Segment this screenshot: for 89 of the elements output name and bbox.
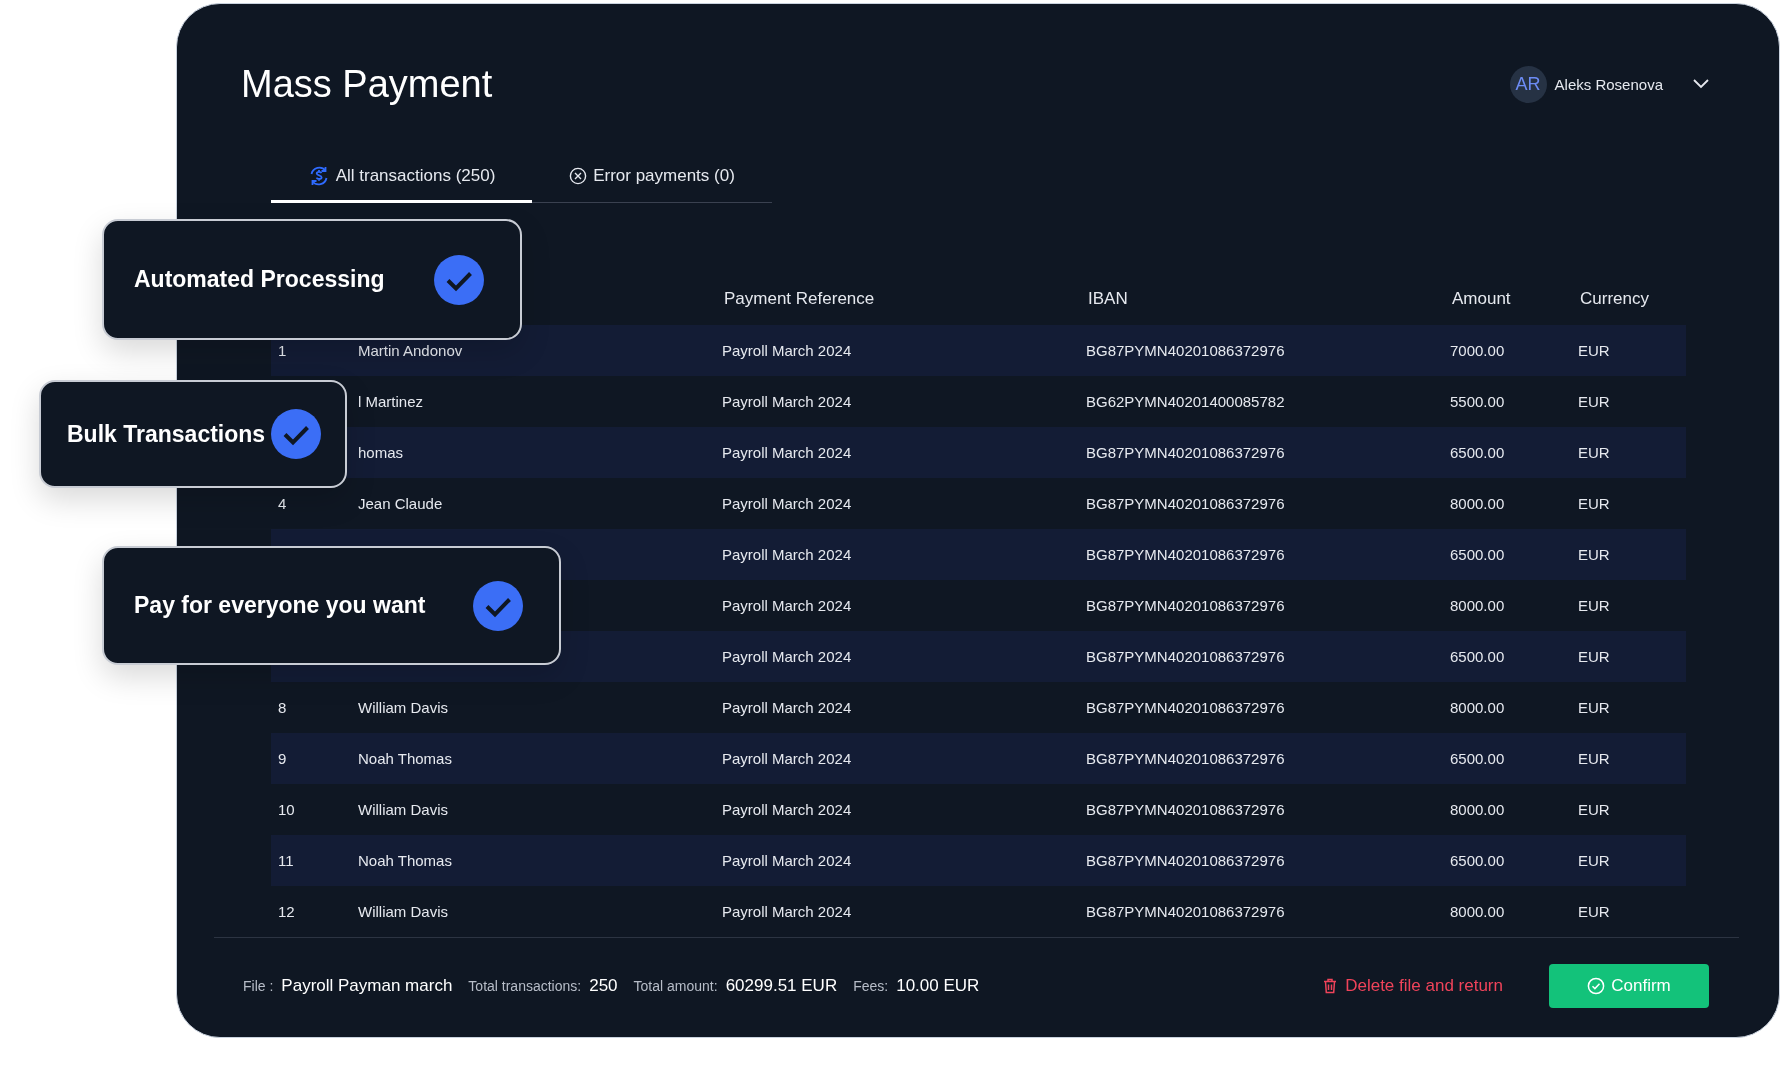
table-cell: Martin Andonov [358, 342, 463, 359]
tab[interactable]: All transactions (250) [271, 151, 532, 203]
table-cell: 6500.00 [1450, 444, 1505, 461]
table-cell: BG62PYMN40201400085782 [1086, 393, 1285, 410]
table-cell: BG87PYMN40201086372976 [1086, 495, 1285, 512]
feature-label: Automated Processing [134, 266, 385, 293]
table-cell: Payroll March 2024 [722, 342, 852, 359]
table-cell: Payroll March 2024 [722, 903, 852, 920]
trash-icon [1323, 978, 1338, 994]
summary-value: Payroll Payman march [281, 976, 453, 996]
table-cell: BG87PYMN40201086372976 [1086, 801, 1285, 818]
table-cell: EUR [1578, 852, 1610, 869]
table-cell: Payroll March 2024 [722, 597, 852, 614]
table-cell: 9 [278, 750, 287, 767]
delete-button[interactable]: Delete file and return [1323, 976, 1503, 996]
table-cell: BG87PYMN40201086372976 [1086, 546, 1285, 563]
table-cell: 8 [278, 699, 287, 716]
table-cell: Payroll March 2024 [722, 495, 852, 512]
summary-value: 60299.51 EUR [725, 976, 838, 996]
table-cell: 1 [278, 342, 287, 359]
table-cell: EUR [1578, 393, 1610, 410]
table-cell: 6500.00 [1450, 546, 1505, 563]
table-cell: EUR [1578, 546, 1610, 563]
check-circle-icon [1587, 977, 1606, 995]
table-cell: homas [358, 444, 404, 461]
table-cell: EUR [1578, 648, 1610, 665]
table-cell: 10 [278, 801, 295, 818]
table-cell: 8000.00 [1450, 903, 1505, 920]
summary-value: 250 [589, 976, 618, 996]
feature-label: Pay for everyone you want [134, 592, 426, 619]
close-circle-icon [569, 166, 588, 185]
table-cell: 8000.00 [1450, 597, 1505, 614]
page-title: Mass Payment [241, 62, 493, 107]
summary-label: Total transactions: [468, 978, 582, 994]
table-cell: EUR [1578, 801, 1610, 818]
table-cell: BG87PYMN40201086372976 [1086, 750, 1285, 767]
table-cell: Payroll March 2024 [722, 648, 852, 665]
chevron-down-icon[interactable] [1693, 79, 1709, 89]
table-cell: EUR [1578, 597, 1610, 614]
table-cell: EUR [1578, 699, 1610, 716]
table-cell: 11 [278, 852, 294, 869]
tab[interactable]: Error payments (0) [532, 151, 772, 203]
table-cell: Payroll March 2024 [722, 852, 852, 869]
table-cell: Noah Thomas [358, 750, 452, 767]
table-cell: BG87PYMN40201086372976 [1086, 852, 1285, 869]
table-cell: EUR [1578, 444, 1610, 461]
table-cell: Payroll March 2024 [722, 699, 852, 716]
table-cell: Payroll March 2024 [722, 546, 852, 563]
table-cell: BG87PYMN40201086372976 [1086, 648, 1285, 665]
user-name: Aleks Rosenova [1554, 75, 1663, 93]
table-cell: EUR [1578, 750, 1610, 767]
table-cell: Payroll March 2024 [722, 444, 852, 461]
table-cell: 6500.00 [1450, 750, 1505, 767]
table-cell: l Martinez [358, 393, 424, 410]
table-cell: Payroll March 2024 [722, 801, 852, 818]
table-cell: William Davis [358, 801, 448, 818]
table-cell: BG87PYMN40201086372976 [1086, 597, 1285, 614]
table-cell: 4 [278, 495, 287, 512]
table-cell: 8000.00 [1450, 495, 1505, 512]
table-cell: 7000.00 [1450, 342, 1505, 359]
table-cell: William Davis [358, 699, 448, 716]
table-cell: BG87PYMN40201086372976 [1086, 444, 1285, 461]
table-cell: 6500.00 [1450, 852, 1505, 869]
table-cell: Payroll March 2024 [722, 750, 852, 767]
table-cell: 12 [278, 903, 295, 920]
table-cell: Noah Thomas [358, 852, 452, 869]
table-cell: EUR [1578, 903, 1610, 920]
column-header: Currency [1579, 289, 1650, 309]
table-cell: 6500.00 [1450, 648, 1505, 665]
summary-label: Fees: [853, 978, 889, 994]
table-cell: BG87PYMN40201086372976 [1086, 903, 1285, 920]
user-avatar[interactable]: AR [1509, 65, 1547, 103]
summary-value: 10.00 EUR [896, 976, 980, 996]
table-cell: 5500.00 [1450, 393, 1505, 410]
column-header: Payment Reference [723, 289, 876, 309]
column-header: Amount [1451, 289, 1512, 309]
table-cell: EUR [1578, 495, 1610, 512]
table-cell: BG87PYMN40201086372976 [1086, 342, 1285, 359]
table-cell: 8000.00 [1450, 699, 1505, 716]
summary-label: Total amount: [633, 978, 718, 994]
column-header: IBAN [1087, 289, 1129, 309]
table-cell: 8000.00 [1450, 801, 1505, 818]
table-cell: BG87PYMN40201086372976 [1086, 699, 1285, 716]
table-cell: Payroll March 2024 [722, 393, 852, 410]
table-cell: EUR [1578, 342, 1610, 359]
table-cell: William Davis [358, 903, 448, 920]
table-cell: Jean Claude [358, 495, 443, 512]
feature-label: Bulk Transactions [67, 420, 266, 448]
summary-label: File : [243, 978, 274, 994]
